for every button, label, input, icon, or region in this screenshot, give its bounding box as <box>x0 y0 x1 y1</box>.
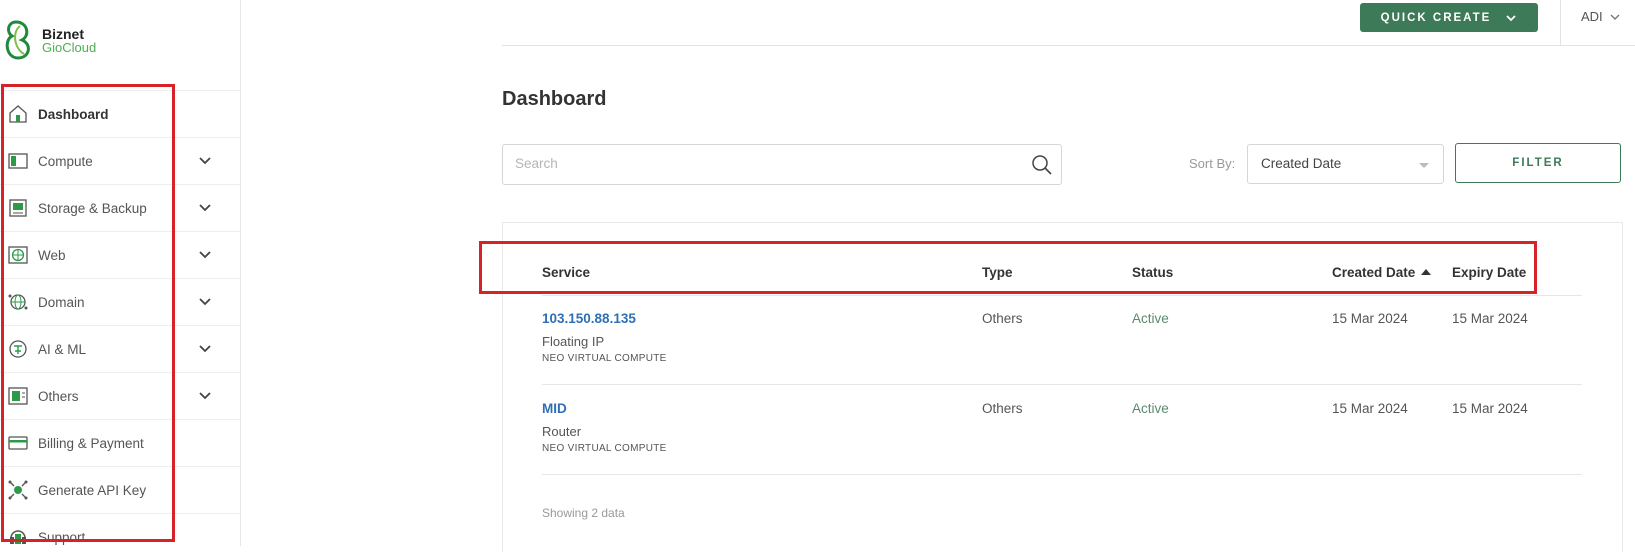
sidebar-item-dashboard[interactable]: Dashboard <box>0 90 240 138</box>
chevron-down-icon[interactable] <box>198 201 212 215</box>
sort-by-label: Sort By: <box>1189 156 1236 171</box>
sidebar-item-label: Compute <box>38 153 93 169</box>
sort-by-select[interactable]: Created Date <box>1247 144 1444 184</box>
user-menu[interactable]: ADI <box>1581 9 1621 24</box>
table-footer-count: Showing 2 data <box>542 506 625 520</box>
biznet-logo-mark-icon <box>5 20 30 60</box>
service-product: NEO VIRTUAL COMPUTE <box>542 443 667 454</box>
service-kind: Router <box>542 424 582 439</box>
column-header-created-date[interactable]: Created Date <box>1332 265 1432 280</box>
sort-by-value: Created Date <box>1261 156 1342 171</box>
support-icon <box>10 530 26 544</box>
filter-button[interactable]: FILTER <box>1455 143 1621 183</box>
service-status: Active <box>1132 401 1169 416</box>
row-divider <box>542 474 1582 475</box>
table-header-divider <box>542 295 1582 296</box>
chevron-down-icon <box>1506 14 1516 21</box>
sidebar-item-label: Web <box>38 247 66 263</box>
sidebar-item-label: Support <box>38 529 86 545</box>
search-box[interactable] <box>502 144 1062 185</box>
user-name: ADI <box>1581 9 1603 24</box>
column-header-service[interactable]: Service <box>542 265 590 280</box>
home-icon <box>9 105 27 123</box>
brand-subname: GioCloud <box>42 40 97 55</box>
service-expiry-date: 15 Mar 2024 <box>1452 401 1528 416</box>
header-divider-line <box>502 45 1635 46</box>
service-type: Others <box>982 401 1023 416</box>
service-expiry-date: 15 Mar 2024 <box>1452 311 1528 326</box>
service-kind: Floating IP <box>542 334 605 349</box>
service-type: Others <box>982 311 1023 326</box>
column-header-type[interactable]: Type <box>982 265 1013 280</box>
compute-icon <box>8 153 28 169</box>
service-product: NEO VIRTUAL COMPUTE <box>542 353 667 364</box>
sidebar-item-support[interactable]: Support <box>0 514 240 560</box>
table-row: MID Router NEO VIRTUAL COMPUTE Others Ac… <box>0 395 1635 485</box>
column-header-expiry-date[interactable]: Expiry Date <box>1452 265 1526 280</box>
web-icon <box>8 246 28 264</box>
quick-create-button[interactable]: QUICK CREATE <box>1360 3 1538 32</box>
sidebar-item-label: Storage & Backup <box>38 200 147 216</box>
service-created-date: 15 Mar 2024 <box>1332 401 1408 416</box>
sidebar-item-label: Dashboard <box>38 106 109 122</box>
service-link[interactable]: MID <box>542 401 567 416</box>
table-row: 103.150.88.135 Floating IP NEO VIRTUAL C… <box>0 305 1635 395</box>
caret-down-icon <box>1419 163 1429 168</box>
search-icon[interactable] <box>1031 154 1053 176</box>
sidebar-item-web[interactable]: Web <box>0 232 240 279</box>
header-divider <box>1560 0 1561 45</box>
quick-create-label: QUICK CREATE <box>1380 11 1492 24</box>
sort-ascending-icon <box>1421 269 1432 275</box>
column-header-label: Created Date <box>1332 265 1416 280</box>
search-input[interactable] <box>513 155 1017 172</box>
storage-icon <box>9 199 27 217</box>
row-divider <box>542 384 1582 385</box>
chevron-down-icon[interactable] <box>198 154 212 168</box>
service-status: Active <box>1132 311 1169 326</box>
sidebar-item-compute[interactable]: Compute <box>0 138 240 185</box>
service-link[interactable]: 103.150.88.135 <box>542 311 636 326</box>
page-title: Dashboard <box>502 88 607 110</box>
column-header-status[interactable]: Status <box>1132 265 1173 280</box>
chevron-down-icon[interactable] <box>198 248 212 262</box>
chevron-down-icon <box>1610 14 1620 20</box>
service-created-date: 15 Mar 2024 <box>1332 311 1408 326</box>
biznet-logo[interactable]: Biznet GioCloud <box>4 18 114 66</box>
sidebar-item-storage-backup[interactable]: Storage & Backup <box>0 185 240 232</box>
